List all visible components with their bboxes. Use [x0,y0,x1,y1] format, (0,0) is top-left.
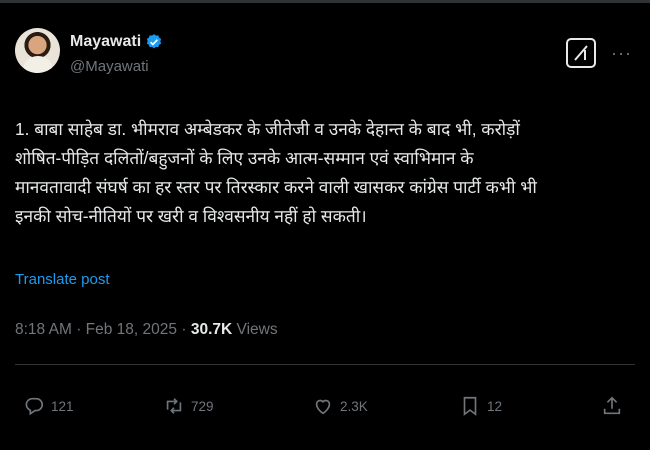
share-icon [603,396,621,415]
repost-count: 729 [191,398,214,414]
like-icon [315,399,331,415]
top-divider [0,0,650,3]
reply-icon [25,397,44,416]
actions-divider [15,364,635,365]
author-name[interactable]: Mayawati [70,33,141,51]
post-date[interactable]: Feb 18, 2025 [86,321,177,338]
like-count: 2.3K [340,398,368,414]
repost-icon [166,398,182,414]
post-text: 1. बाबा साहेब डा. भीमराव अम्बेडकर के जीत… [15,119,537,226]
bookmark-icon [463,396,477,416]
share-button[interactable] [601,395,623,417]
avatar[interactable] [15,28,60,73]
more-icon[interactable]: ··· [611,43,632,64]
views-count: 30.7K [190,321,233,338]
bookmark-button[interactable]: 12 [459,395,502,417]
reply-count: 121 [51,398,74,414]
meta-separator-2: · [181,321,187,338]
author-name-row[interactable]: Mayawati [70,33,163,51]
author-handle[interactable]: @Mayawati [70,58,149,75]
action-bar: 121 729 2.3K 12 [15,395,630,425]
post-meta: 8:18 AM · Feb 18, 2025 · 30.7K Views [15,321,278,339]
repost-button[interactable]: 729 [163,395,214,417]
views-label: Views [236,321,278,338]
grok-icon[interactable] [566,38,596,68]
bookmark-count: 12 [487,398,503,414]
reply-button[interactable]: 121 [23,395,74,417]
post-detail: Mayawati @Mayawati ··· 1. बाबा साहेब डा.… [0,0,650,450]
post-time[interactable]: 8:18 AM [15,321,72,338]
verified-badge-icon [147,34,162,49]
like-button[interactable]: 2.3K [312,395,368,417]
meta-separator: · [76,321,82,338]
translate-post-link[interactable]: Translate post [15,271,110,288]
